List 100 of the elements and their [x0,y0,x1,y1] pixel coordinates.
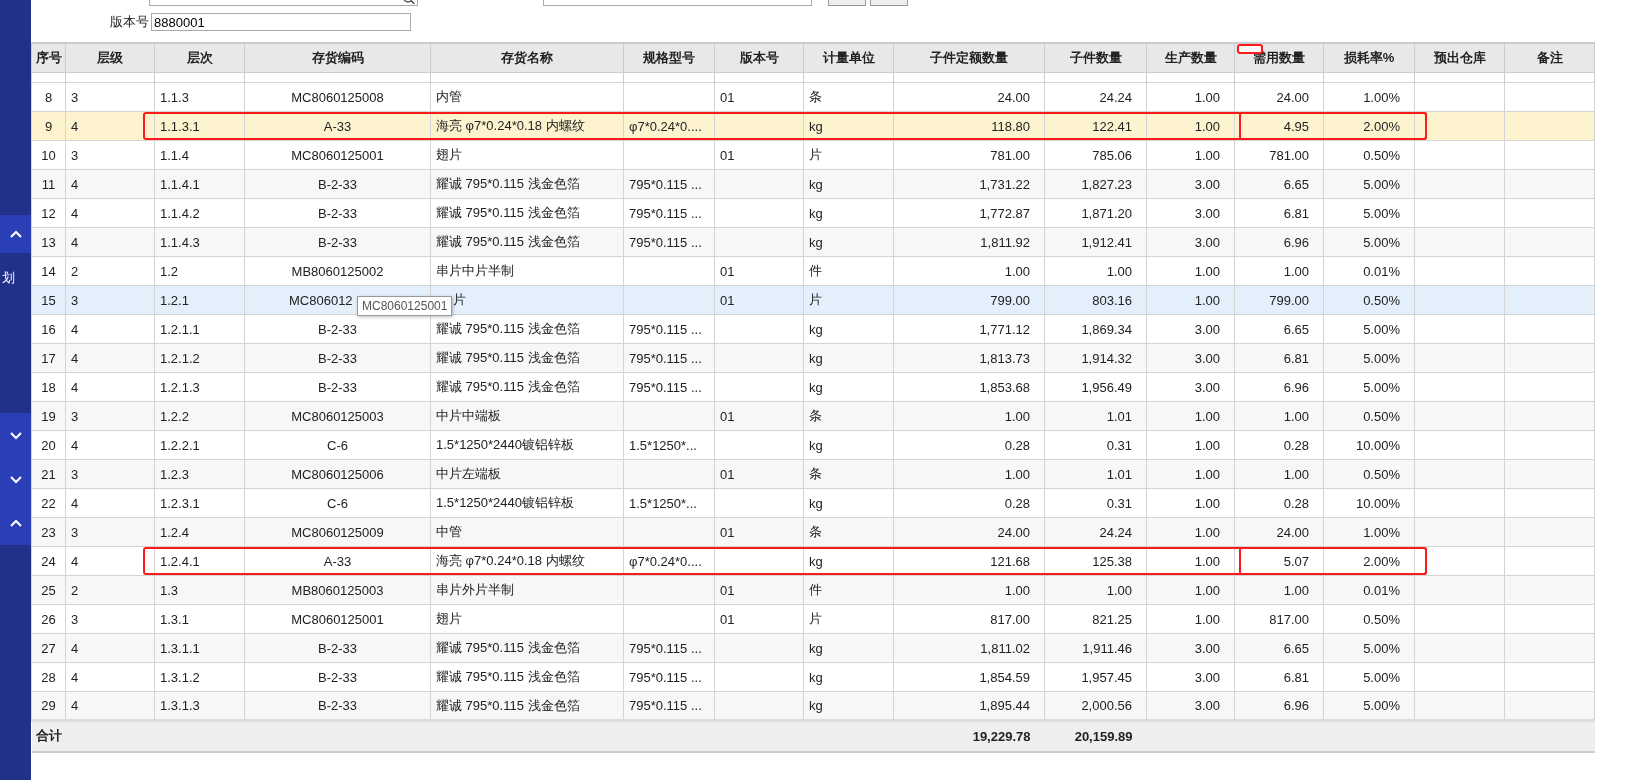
table-cell: 1.00 [1194,553,1220,569]
table-cell: 1,813.73 [979,350,1030,366]
table-row[interactable]: 16 4 1.2.1.1 B-2-33 耀诚 795*0.115 浅金色箔 795*0.115 ... kg 1,771.12 1,869.34 3.00 6.65 5.00% [31,314,1595,344]
table-row[interactable]: 12 4 1.1.4.2 B-2-33 耀诚 795*0.115 浅金色箔 795*0.115 ... kg 1,772.87 1,871.20 3.00 6.81 5.00% [31,198,1595,228]
table-cell: B-2-33 [318,234,357,250]
table-cell: 1.2.2 [160,408,189,424]
table-cell: B-2-33 [318,379,357,395]
table-cell: 翅片 [436,611,462,626]
table-cell: MC8060125009 [291,524,384,540]
search-field[interactable] [149,0,418,6]
table-cell: 中片左端板 [436,466,501,481]
table-cell: 795*0.115 ... [629,669,702,685]
table-row[interactable]: 21 3 1.2.3 MC8060125006 中片左端板 01 条 1.00 1.01 1.00 1.00 0.50% [31,459,1595,489]
table-cell: 12 [41,205,56,221]
table-cell: 耀诚 795*0.115 浅金色箔 [436,321,580,336]
table-cell: 0.50% [1363,466,1400,482]
table-cell: 1.3.1.1 [160,640,200,656]
table-row[interactable]: 11 4 1.1.4.1 B-2-33 耀诚 795*0.115 浅金色箔 795*0.115 ... kg 1,731.22 1,827.23 3.00 6.65 5.00% [31,169,1595,199]
table-row[interactable]: 10 3 1.1.4 MC8060125001 翅片 01 片 781.00 785.06 1.00 781.00 0.50% [31,140,1595,170]
table-cell: kg [809,176,823,192]
column-header[interactable]: 子件数量 [1044,43,1147,73]
table-cell: 1.00% [1363,524,1400,540]
table-row[interactable]: 14 2 1.2 MB8060125002 串片中片半制 01 件 1.00 1.00 1.00 1.00 0.01% [31,256,1595,286]
table-cell: 01 [720,466,735,482]
column-header[interactable]: 预出仓库 [1414,43,1505,73]
table-cell: 3.00 [1194,176,1220,192]
column-header[interactable]: 损耗率% [1323,43,1415,73]
table-cell: 11 [41,176,56,192]
table-row[interactable]: 22 4 1.2.3.1 C-6 1.5*1250*2440镀铝锌板 1.5*1250*... kg 0.28 0.31 1.00 0.28 10.00% [31,488,1595,518]
table-cell: 1.00 [1194,437,1220,453]
column-header[interactable]: 层次 [154,43,245,73]
table-cell: 海亮 φ7*0.24*0.18 内螺纹 [436,118,585,133]
table-cell: 27 [41,640,56,656]
table-cell: 4 [71,205,79,221]
table-row[interactable]: 18 4 1.2.1.3 B-2-33 耀诚 795*0.115 浅金色箔 795*0.115 ... kg 1,853.68 1,956.49 3.00 6.96 5.00% [31,372,1595,402]
table-cell: 0.50% [1363,611,1400,627]
column-header[interactable]: 序号 [31,43,66,73]
table-cell: 785.06 [1092,147,1132,163]
table-row[interactable]: 8 3 1.1.3 MC8060125008 内管 01 条 24.00 24.24 1.00 24.00 1.00% [31,82,1595,112]
table-cell: 0.31 [1106,495,1132,511]
column-header[interactable]: 版本号 [714,43,804,73]
table-cell: 1.00 [1194,466,1220,482]
table-row[interactable]: 20 4 1.2.2.1 C-6 1.5*1250*2440镀铝锌板 1.5*1250*... kg 0.28 0.31 1.00 0.28 10.00% [31,430,1595,460]
table-row[interactable]: 13 4 1.1.4.3 B-2-33 耀诚 795*0.115 浅金色箔 795*0.115 ... kg 1,811.92 1,912.41 3.00 6.96 5.00% [31,227,1595,257]
sidebar-label[interactable]: 划 [0,269,31,287]
table-cell: 片 [809,292,822,307]
table-cell: 1.2 [160,263,179,279]
table-cell: 1.2.3 [160,466,189,482]
table-cell: MB8060125003 [291,582,384,598]
table-cell: 795*0.115 ... [629,698,702,713]
table-cell: 1.00 [1004,408,1030,424]
table-row[interactable]: 28 4 1.3.1.2 B-2-33 耀诚 795*0.115 浅金色箔 795*0.115 ... kg 1,854.59 1,957.45 3.00 6.81 5.00% [31,662,1595,692]
table-cell: 5.00% [1363,669,1400,685]
table-row[interactable]: 25 2 1.3 MB8060125003 串片外片半制 01 件 1.00 1.00 1.00 1.00 0.01% [31,575,1595,605]
table-cell: kg [809,640,823,656]
table-cell: kg [809,118,823,134]
table-cell: 10.00% [1355,437,1400,453]
table-cell: 1,811.92 [980,234,1030,250]
table-cell: 1.00 [1106,582,1132,598]
table-row[interactable]: 9 4 1.1.3.1 A-33 海亮 φ7*0.24*0.18 内螺纹 φ7*0.24*0.... kg 118.80 122.41 1.00 4.95 2.00% [31,111,1595,141]
table-cell: 1,811.02 [980,640,1030,656]
table-row[interactable]: 15 3 1.2.1 MC806012 MC8060125001 片 01 片 799.00 803.16 1.00 799.00 0.50% [31,285,1595,315]
column-header[interactable]: 备注 [1504,43,1595,73]
table-cell: 1.1.4.3 [160,234,200,250]
table-cell: kg [809,234,823,250]
table-cell: 中片中端板 [436,408,501,423]
table-cell: MC8060125006 [291,466,384,482]
table-cell: 01 [720,263,735,279]
table-cell: φ7*0.24*0.... [629,553,702,569]
table-cell: 耀诚 795*0.115 浅金色箔 [436,379,580,394]
table-row[interactable]: 24 4 1.2.4.1 A-33 海亮 φ7*0.24*0.18 内螺纹 φ7*0.24*0.... kg 121.68 125.38 1.00 5.07 2.00% [31,546,1595,576]
column-header[interactable]: 生产数量 [1146,43,1235,73]
table-row[interactable]: 27 4 1.3.1.1 B-2-33 耀诚 795*0.115 浅金色箔 795*0.115 ... kg 1,811.02 1,911.46 3.00 6.65 5.00% [31,633,1595,663]
table-cell: 0.28 [1004,437,1030,453]
table-row[interactable]: 19 3 1.2.2 MC8060125003 中片中端板 01 条 1.00 1.01 1.00 1.00 0.50% [31,401,1595,431]
table-cell: A-33 [323,553,352,569]
table-cell: 01 [720,582,735,598]
column-header[interactable]: 存货名称 [430,43,624,73]
table-cell: kg [809,350,823,366]
table-row[interactable]: 23 3 1.2.4 MC8060125009 中管 01 条 24.00 24.24 1.00 24.00 1.00% [31,517,1595,547]
table-cell: MC8060125003 [291,408,384,424]
table-cell: 118.80 [991,118,1030,134]
table-cell: 5.00% [1363,234,1400,250]
table-cell: 6.65 [1283,176,1309,192]
table-row[interactable]: 17 4 1.2.1.2 B-2-33 耀诚 795*0.115 浅金色箔 795*0.115 ... kg 1,813.73 1,914.32 3.00 6.81 5.00% [31,343,1595,373]
table-cell: 1,912.41 [1081,234,1132,250]
column-header[interactable]: 存货编码 [244,43,431,73]
column-header[interactable]: 计量单位 [803,43,894,73]
version-field[interactable]: 8880001 [151,13,411,31]
table-cell: 6.96 [1283,234,1309,250]
table-cell: 耀诚 795*0.115 浅金色箔 [436,350,580,365]
column-header[interactable]: 规格型号 [623,43,715,73]
table-row[interactable]: 26 3 1.3.1 MC8060125001 翅片 01 片 817.00 821.25 1.00 817.00 0.50% [31,604,1595,634]
table-cell: 4.95 [1283,118,1309,134]
table-cell: 中管 [436,524,462,539]
column-header[interactable]: 层级 [65,43,155,73]
column-header[interactable]: 子件定额数量 [893,43,1045,73]
table-cell: kg [809,553,823,569]
table-cell: 1,827.23 [1081,176,1132,192]
table-cell: 6.81 [1283,350,1309,366]
